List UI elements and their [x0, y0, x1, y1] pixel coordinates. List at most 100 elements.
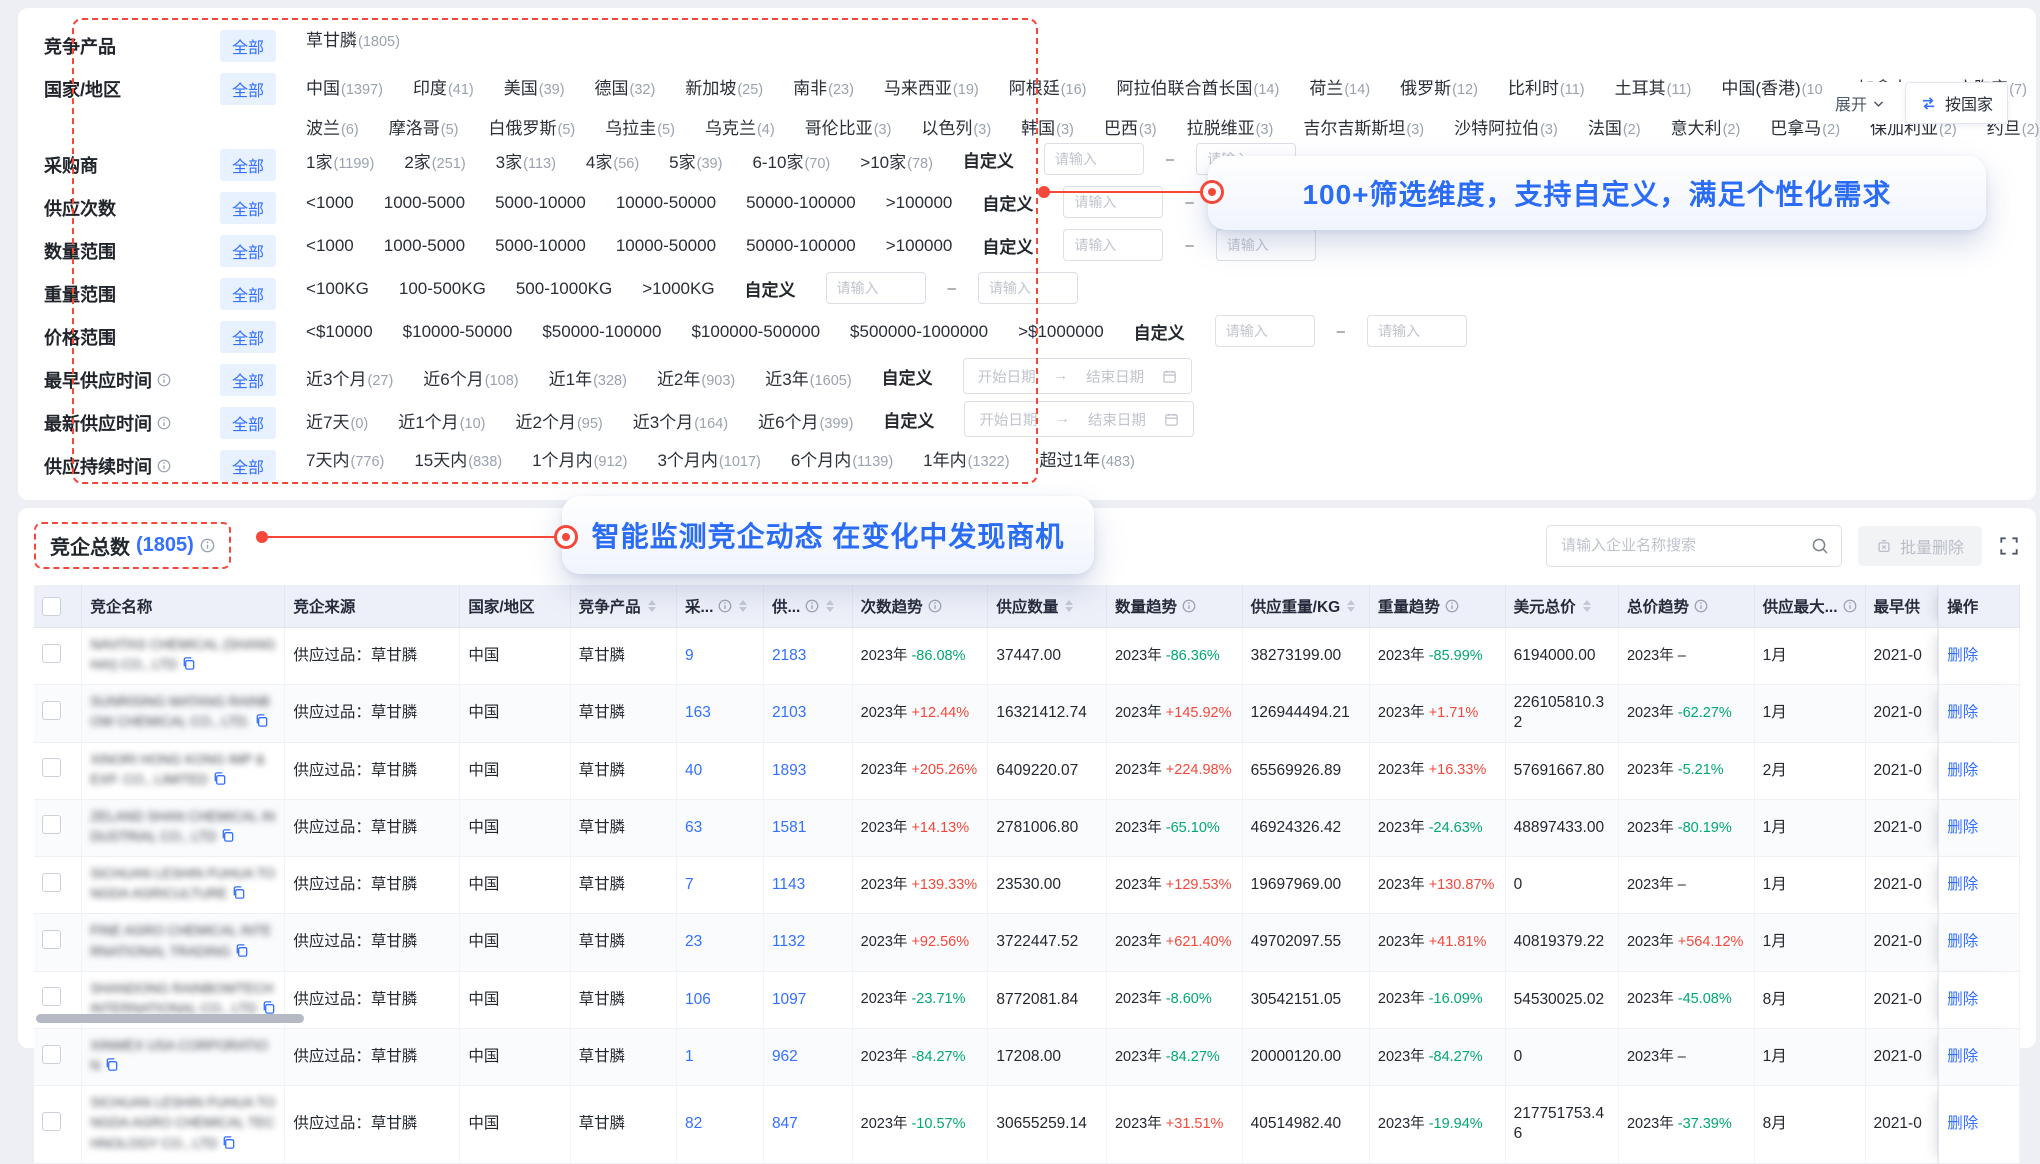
- supply-times-cell[interactable]: 962: [764, 1029, 853, 1086]
- custom-label[interactable]: 自定义: [963, 147, 1014, 172]
- filter-option[interactable]: 1000-5000: [384, 234, 465, 256]
- filter-option[interactable]: 吉尔吉斯斯坦(3): [1303, 112, 1424, 139]
- custom-label[interactable]: 自定义: [982, 233, 1033, 258]
- filter-option[interactable]: 近1年(328): [549, 363, 627, 390]
- row-checkbox[interactable]: [42, 1045, 61, 1064]
- filter-option[interactable]: 韩国(3): [1021, 112, 1074, 139]
- supply-times-cell[interactable]: 1143: [764, 857, 853, 914]
- filter-option[interactable]: 3家(113): [496, 146, 556, 173]
- delete-link[interactable]: 删除: [1947, 819, 1978, 836]
- filter-option[interactable]: 5家(39): [669, 146, 722, 173]
- filter-option[interactable]: >100000: [886, 234, 953, 256]
- company-name-cell[interactable]: XINWEX USA CORPORATION: [82, 1029, 285, 1086]
- sort-carets-icon[interactable]: [1583, 600, 1591, 612]
- horizontal-scrollbar-thumb[interactable]: [36, 1014, 304, 1023]
- filter-option[interactable]: 5000-10000: [495, 191, 586, 213]
- supply-times-cell[interactable]: 2103: [764, 685, 853, 742]
- row-checkbox[interactable]: [42, 644, 61, 663]
- filter-all-chip[interactable]: 全部: [220, 235, 276, 267]
- copy-icon[interactable]: [254, 713, 269, 734]
- filter-option[interactable]: <1000: [306, 191, 354, 213]
- custom-max-input[interactable]: [978, 272, 1078, 304]
- copy-icon[interactable]: [181, 656, 196, 677]
- filter-option[interactable]: 中国(1397): [306, 72, 383, 99]
- filter-option[interactable]: 4家(56): [586, 146, 639, 173]
- filter-option[interactable]: 1个月内(912): [532, 444, 627, 471]
- filter-option[interactable]: 波兰(6): [306, 112, 359, 139]
- filter-option[interactable]: 白俄罗斯(5): [488, 112, 575, 139]
- delete-link[interactable]: 删除: [1947, 1048, 1978, 1065]
- custom-min-input[interactable]: [1063, 229, 1163, 261]
- buyers-count-cell[interactable]: 23: [677, 914, 764, 971]
- row-checkbox[interactable]: [42, 1112, 61, 1131]
- company-name-cell[interactable]: SUNRISING MATANG RAINBOW CHEMICAL CO., L…: [82, 685, 285, 742]
- copy-icon[interactable]: [221, 1135, 236, 1156]
- filter-option[interactable]: 6-10家(70): [752, 146, 830, 173]
- filter-option[interactable]: 南非(23): [793, 72, 854, 99]
- delete-link[interactable]: 删除: [1947, 704, 1978, 721]
- filter-option[interactable]: 近2年(903): [657, 363, 735, 390]
- filter-option[interactable]: >1000KG: [642, 277, 714, 299]
- custom-label[interactable]: 自定义: [883, 407, 934, 432]
- filter-option[interactable]: 乌拉圭(5): [605, 112, 675, 139]
- custom-max-input[interactable]: [1216, 229, 1316, 261]
- info-icon[interactable]: [805, 599, 819, 613]
- filter-option[interactable]: 2家(251): [404, 146, 465, 173]
- sort-carets-icon[interactable]: [648, 600, 656, 612]
- supply-times-cell[interactable]: 847: [764, 1086, 853, 1163]
- company-name-cell[interactable]: NAVITAS CHEMICAL (SHANGHAI) CO., LTD: [82, 628, 285, 685]
- filter-option[interactable]: >100000: [886, 191, 953, 213]
- filter-all-chip[interactable]: 全部: [220, 192, 276, 224]
- expand-toggle[interactable]: 展开: [1835, 91, 1885, 115]
- sort-carets-icon[interactable]: [1347, 600, 1355, 612]
- info-icon[interactable]: [1843, 599, 1857, 613]
- buyers-count-cell[interactable]: 63: [677, 800, 764, 857]
- custom-max-input[interactable]: [1367, 315, 1467, 347]
- company-name-cell[interactable]: XINORI HONG KONG IMP & EXP. CO., LIMITED: [82, 743, 285, 800]
- delete-link[interactable]: 删除: [1947, 991, 1978, 1008]
- row-checkbox[interactable]: [42, 987, 61, 1006]
- filter-option[interactable]: >10家(78): [860, 146, 933, 173]
- custom-min-input[interactable]: [1215, 315, 1315, 347]
- filter-all-chip[interactable]: 全部: [220, 149, 276, 181]
- filter-option[interactable]: 近2个月(95): [515, 406, 602, 433]
- filter-option[interactable]: 1000-5000: [384, 191, 465, 213]
- filter-option[interactable]: 荷兰(14): [1309, 72, 1370, 99]
- filter-option[interactable]: 近3年(1605): [765, 363, 851, 390]
- company-name-cell[interactable]: SICHUAN LESHIN FUHUA TONGDA AGRICULTURE: [82, 857, 285, 914]
- info-icon[interactable]: [157, 373, 171, 387]
- filter-option[interactable]: 巴西(3): [1104, 112, 1157, 139]
- custom-min-input[interactable]: [1044, 143, 1144, 175]
- filter-option[interactable]: 乌克兰(4): [705, 112, 775, 139]
- filter-option[interactable]: <1000: [306, 234, 354, 256]
- row-checkbox[interactable]: [42, 815, 61, 834]
- filter-option[interactable]: 3个月内(1017): [657, 444, 760, 471]
- filter-option[interactable]: $500000-1000000: [850, 320, 988, 342]
- info-icon[interactable]: [1182, 599, 1196, 613]
- custom-label[interactable]: 自定义: [882, 364, 933, 389]
- custom-label[interactable]: 自定义: [982, 190, 1033, 215]
- supply-times-cell[interactable]: 1132: [764, 914, 853, 971]
- filter-option[interactable]: 近3个月(164): [633, 406, 728, 433]
- filter-option[interactable]: 拉脱维亚(3): [1187, 112, 1274, 139]
- fullscreen-icon[interactable]: [1998, 535, 2020, 557]
- filter-all-chip[interactable]: 全部: [220, 364, 276, 396]
- company-name-cell[interactable]: FINE AGRO CHEMICAL INTERNATIONAL TRADING: [82, 914, 285, 971]
- filter-option[interactable]: 近6个月(399): [758, 406, 853, 433]
- filter-option[interactable]: 马来西亚(19): [884, 72, 979, 99]
- competitor-table-scroll[interactable]: 竞企名称竞企来源国家/地区竞争产品采...供...次数趋势供应数量数量趋势供应重…: [34, 585, 2020, 1164]
- filter-option[interactable]: 以色列(3): [921, 112, 991, 139]
- filter-option[interactable]: 500-1000KG: [516, 277, 612, 299]
- filter-option[interactable]: 100-500KG: [399, 277, 486, 299]
- custom-label[interactable]: 自定义: [1134, 319, 1185, 344]
- filter-option[interactable]: 沙特阿拉伯(3): [1454, 112, 1558, 139]
- info-icon[interactable]: [928, 599, 942, 613]
- filter-option[interactable]: 50000-100000: [746, 234, 856, 256]
- filter-option[interactable]: 10000-50000: [616, 234, 716, 256]
- filter-option[interactable]: 中国(香港)(10): [1721, 72, 1827, 99]
- row-checkbox[interactable]: [42, 930, 61, 949]
- filter-all-chip[interactable]: 全部: [220, 450, 276, 482]
- buyers-count-cell[interactable]: 1: [677, 1029, 764, 1086]
- copy-icon[interactable]: [220, 828, 235, 849]
- filter-option[interactable]: 哥伦比亚(3): [805, 112, 892, 139]
